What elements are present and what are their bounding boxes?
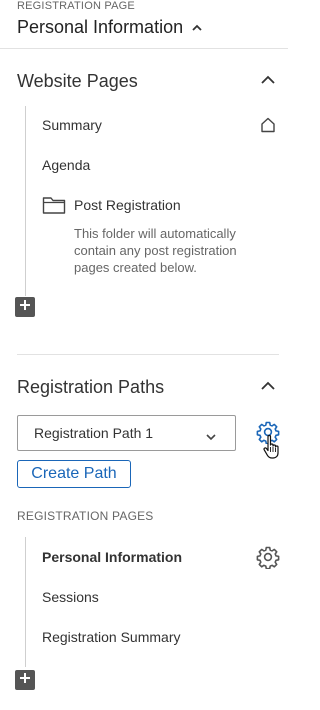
registration-pages-heading: REGISTRATION PAGES <box>17 509 154 523</box>
selected-path-value: Registration Path 1 <box>34 425 154 441</box>
chevron-up-icon <box>260 378 276 396</box>
registration-paths-collapse-button[interactable] <box>259 378 277 396</box>
folder-description: This folder will automatically contain a… <box>74 226 237 275</box>
page-settings-button[interactable] <box>256 545 280 570</box>
section-divider <box>17 354 279 355</box>
website-page-summary[interactable]: Summary <box>42 117 102 133</box>
website-page-agenda[interactable]: Agenda <box>42 157 90 173</box>
website-pages-collapse-button[interactable] <box>259 72 277 90</box>
folder-icon <box>42 195 66 215</box>
add-square-icon <box>18 298 32 317</box>
chevron-down-icon <box>205 428 217 444</box>
folder-post-registration[interactable]: Post Registration <box>74 197 181 213</box>
add-registration-page-button[interactable] <box>15 670 35 690</box>
chevron-up-icon <box>191 24 203 32</box>
gear-icon <box>256 421 280 448</box>
registration-page-summary[interactable]: Registration Summary <box>42 629 181 645</box>
gear-icon <box>256 546 280 573</box>
registration-paths-title: Registration Paths <box>17 377 165 397</box>
add-website-page-button[interactable] <box>15 297 35 317</box>
page-type-label: REGISTRATION PAGE <box>17 0 135 12</box>
page-title-dropdown[interactable]: Personal Information <box>17 17 203 38</box>
path-settings-button[interactable] <box>256 420 280 445</box>
registration-path-select[interactable]: Registration Path 1 <box>17 415 236 451</box>
page-title: Personal Information <box>17 17 184 37</box>
chevron-up-icon <box>260 72 276 90</box>
header-divider <box>0 48 288 49</box>
registration-page-sessions[interactable]: Sessions <box>42 589 99 605</box>
create-path-button[interactable]: Create Path <box>17 460 131 488</box>
registration-pages-tree-line <box>25 537 26 667</box>
add-square-icon <box>18 671 32 690</box>
registration-page-personal-information[interactable]: Personal Information <box>42 549 182 565</box>
website-pages-tree-line <box>25 106 26 296</box>
website-pages-title: Website Pages <box>17 71 138 91</box>
home-icon[interactable] <box>259 116 277 134</box>
